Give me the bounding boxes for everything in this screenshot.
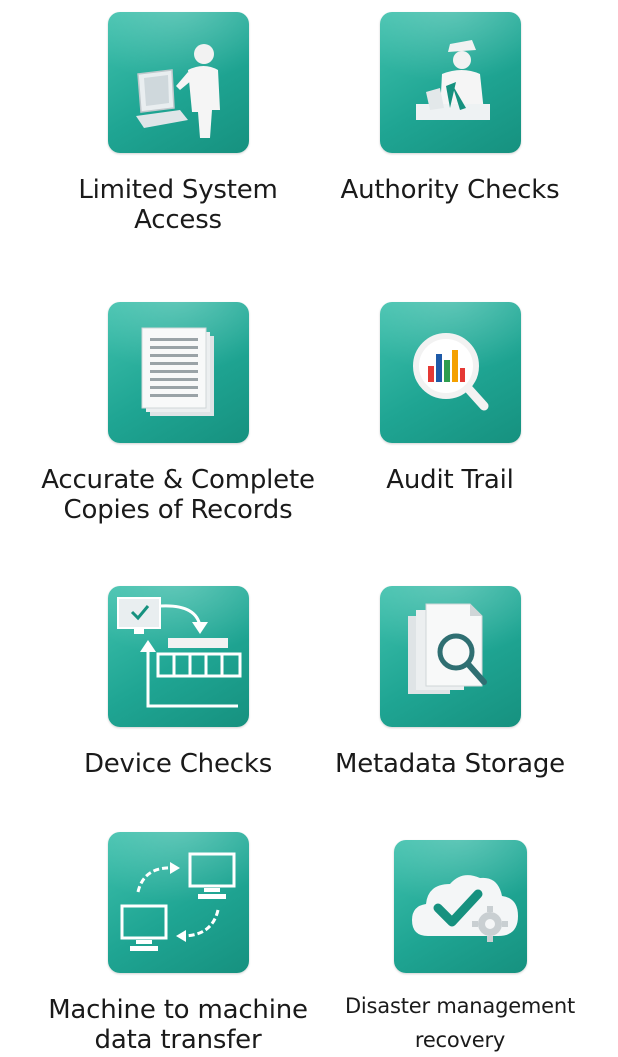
- tile-machine-to-machine: Machine to machine data transfer: [28, 832, 328, 1055]
- tile-label: Limited System Access: [78, 175, 278, 235]
- magnifier-bar-chart-icon: [379, 302, 521, 443]
- guard-signing-icon: [379, 12, 521, 153]
- tile-label: Accurate & Complete Copies of Records: [41, 465, 315, 525]
- user-at-computer-icon: [107, 12, 249, 153]
- computers-exchange-icon: [107, 832, 249, 973]
- cloud-check-gear-icon: [393, 840, 527, 973]
- tile-label: Audit Trail: [386, 465, 514, 495]
- tile-authority-checks: Authority Checks: [300, 12, 600, 205]
- tile-accurate-complete-copies: Accurate & Complete Copies of Records: [28, 302, 328, 525]
- tile-disaster-management: Disaster management recovery: [310, 840, 610, 1057]
- tile-label: Metadata Storage: [335, 749, 565, 779]
- tile-label: Authority Checks: [340, 175, 560, 205]
- document-stack-icon: [107, 302, 249, 443]
- tile-metadata-storage: Metadata Storage: [300, 586, 600, 779]
- tile-audit-trail: Audit Trail: [300, 302, 600, 495]
- tile-label: Machine to machine data transfer: [48, 995, 308, 1055]
- tile-label: Device Checks: [83, 749, 273, 779]
- tile-limited-system-access: Limited System Access: [28, 12, 328, 235]
- tile-device-checks: Device Checks: [28, 586, 328, 779]
- documents-magnifier-icon: [379, 586, 521, 727]
- monitor-device-loop-icon: [107, 586, 249, 727]
- tile-label: Disaster management recovery: [344, 994, 576, 1052]
